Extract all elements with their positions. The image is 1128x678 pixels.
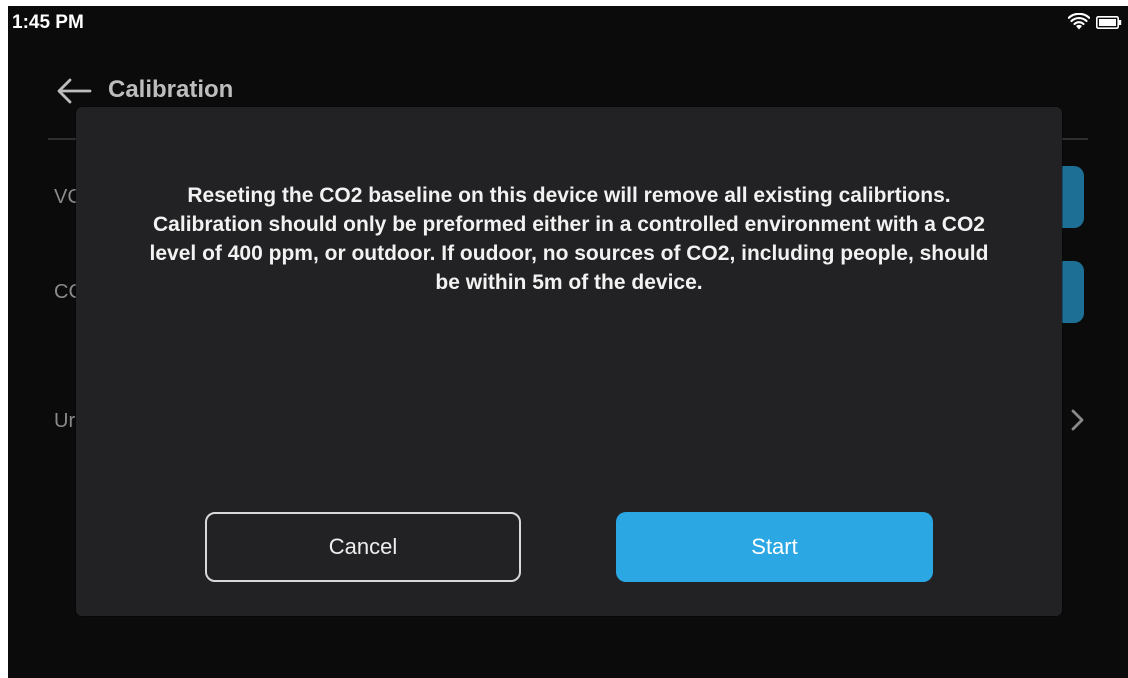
screen: 1:45 PM Calibration VC CC Ur Reseting th… xyxy=(8,6,1128,678)
start-button[interactable]: Start xyxy=(616,512,933,582)
row-label: Ur xyxy=(54,410,76,432)
dialog-message: Reseting the CO2 baseline on this device… xyxy=(149,184,989,294)
status-bar: 1:45 PM xyxy=(8,6,1128,40)
calibration-dialog: Reseting the CO2 baseline on this device… xyxy=(76,107,1062,616)
chevron-right-icon[interactable] xyxy=(1070,408,1086,432)
page-title: Calibration xyxy=(108,76,234,103)
status-time: 1:45 PM xyxy=(12,12,84,33)
battery-icon xyxy=(1096,16,1122,29)
arrow-left-icon[interactable] xyxy=(56,78,92,104)
cancel-button[interactable]: Cancel xyxy=(205,512,521,582)
wifi-icon xyxy=(1068,13,1090,30)
